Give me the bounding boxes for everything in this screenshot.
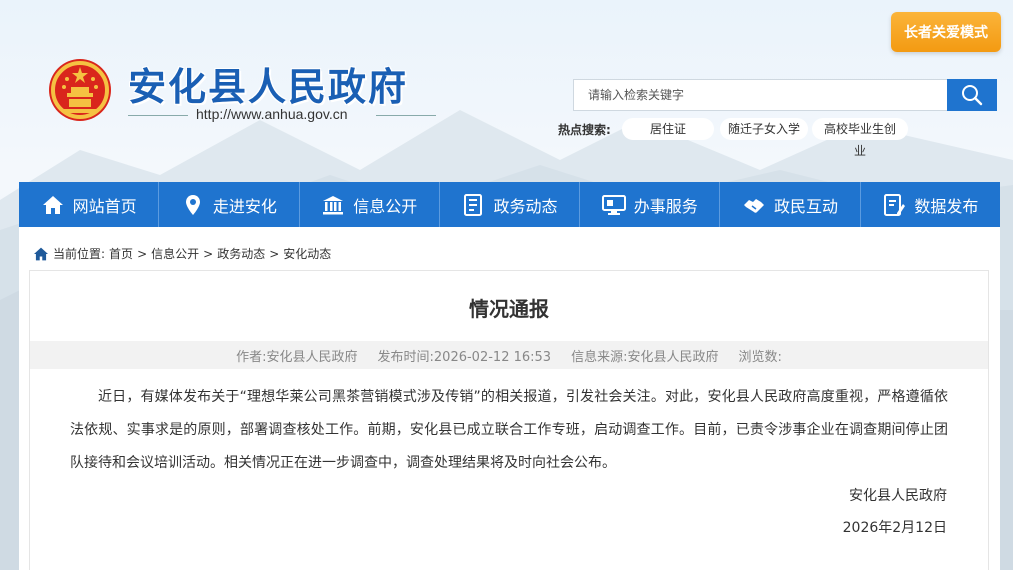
nav-item-about-anhua[interactable]: 走进安化 (159, 182, 300, 227)
nav-item-label: 政民互动 (774, 196, 839, 216)
hot-tag-residence-permit[interactable]: 居住证 (622, 118, 714, 140)
monitor-icon (601, 194, 626, 215)
search-input[interactable] (573, 79, 947, 111)
nav-item-data-release[interactable]: 数据发布 (861, 182, 1000, 227)
home-icon (34, 247, 48, 260)
hot-tag-graduate-startup[interactable]: 高校毕业生创业 (812, 118, 908, 158)
elder-mode-button[interactable]: 长者关爱模式 (891, 12, 1001, 52)
main-nav: 网站首页 走进安化 信息公开 政务动态 办事服务 政民互动 数据发布 (19, 182, 1000, 227)
data-report-icon (884, 193, 906, 216)
article-signature-org: 安化县人民政府 (849, 488, 947, 504)
hot-tag-school-enrollment[interactable]: 随迁子女入学 (720, 118, 808, 140)
search-button[interactable] (947, 79, 997, 111)
breadcrumb-home[interactable]: 首页 (109, 245, 133, 262)
article-views: 浏览数: (738, 349, 782, 365)
nav-item-home[interactable]: 网站首页 (19, 182, 160, 227)
breadcrumb-separator: > (137, 246, 148, 261)
article-publish-time: 发布时间:2026-02-12 16:53 (377, 349, 552, 365)
breadcrumb-gov-news[interactable]: 政务动态 (217, 245, 265, 262)
article-meta: 作者:安化县人民政府 发布时间:2026-02-12 16:53 信息来源:安化… (30, 341, 988, 369)
nav-item-label: 政务动态 (493, 196, 558, 216)
article-author: 作者:安化县人民政府 (236, 349, 358, 365)
national-emblem-icon (49, 59, 111, 121)
nav-item-label: 办事服务 (633, 196, 698, 216)
article: 情况通报 作者:安化县人民政府 发布时间:2026-02-12 16:53 信息… (29, 270, 989, 570)
nav-item-interaction[interactable]: 政民互动 (720, 182, 861, 227)
breadcrumb-separator: > (269, 246, 280, 261)
breadcrumb-label: 当前位置: (53, 247, 106, 261)
hot-search-label: 热点搜索: (558, 123, 611, 137)
article-signature-date: 2026年2月12日 (842, 520, 947, 536)
nav-item-label: 走进安化 (212, 196, 277, 216)
url-divider-left (128, 115, 188, 116)
site-header: 安化县人民政府 http://www.anhua.gov.cn 长者关爱模式 热… (0, 0, 1013, 182)
url-divider-right (376, 115, 436, 116)
main-content: 当前位置: 首页 > 信息公开 > 政务动态 > 安化动态 情况通报 作者:安化… (19, 227, 1000, 570)
breadcrumb-info-disclosure[interactable]: 信息公开 (151, 245, 199, 262)
site-url: http://www.anhua.gov.cn (196, 106, 348, 122)
article-title: 情况通报 (469, 297, 549, 321)
document-list-icon (464, 193, 483, 216)
site-title: 安化县人民政府 (128, 64, 409, 109)
article-body: 近日，有媒体发布关于“理想华莱公司黑茶营销模式涉及传销”的相关报道，引发社会关注… (70, 389, 948, 471)
handshake-icon (744, 198, 765, 213)
search-icon (962, 85, 983, 106)
nav-item-label: 数据发布 (914, 196, 979, 216)
breadcrumb-anhua-news[interactable]: 安化动态 (283, 245, 331, 262)
nav-item-gov-news[interactable]: 政务动态 (440, 182, 581, 227)
location-pin-icon (185, 194, 200, 215)
nav-item-label: 网站首页 (72, 196, 137, 216)
article-source: 信息来源:安化县人民政府 (571, 349, 719, 365)
nav-item-info-disclosure[interactable]: 信息公开 (300, 182, 440, 227)
nav-item-services[interactable]: 办事服务 (580, 182, 721, 227)
nav-item-label: 信息公开 (353, 196, 418, 216)
home-icon (42, 195, 63, 214)
government-building-icon (323, 195, 344, 214)
breadcrumb-separator: > (203, 246, 214, 261)
breadcrumb: 当前位置: 首页 > 信息公开 > 政务动态 > 安化动态 (33, 245, 331, 262)
